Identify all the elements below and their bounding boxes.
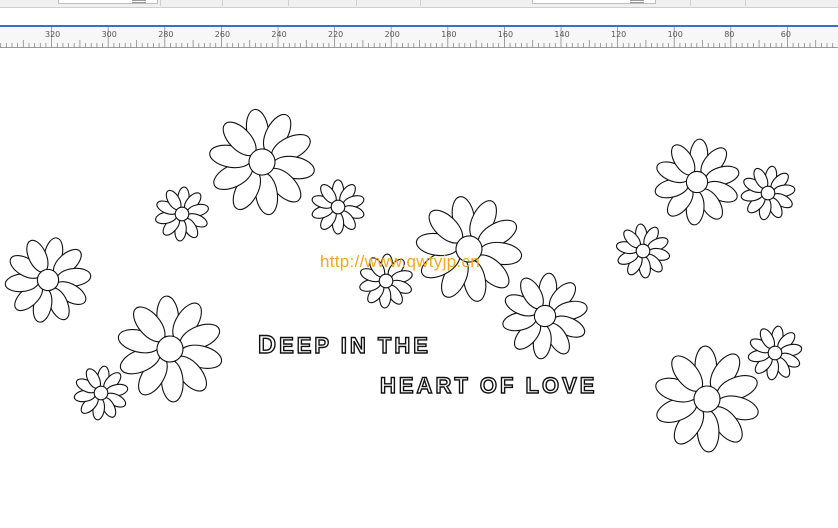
ruler-tick-label: 220 (328, 30, 343, 39)
flower-center (378, 273, 394, 289)
ruler-tick-label: 300 (102, 30, 117, 39)
daisy-flower[interactable] (311, 179, 366, 235)
toolbar-divider (690, 0, 691, 6)
watermark-url: http://www.qwtyjp.cn (320, 252, 481, 271)
ruler-tick-label: 160 (498, 30, 513, 39)
ruler-tick-label: 100 (668, 30, 683, 39)
daisy-flower[interactable] (0, 229, 100, 331)
daisy-flower[interactable] (613, 221, 673, 280)
toolbar-divider (160, 0, 161, 6)
toolbar-divider (356, 0, 357, 6)
ruler-tick-label: 280 (158, 30, 173, 39)
ruler-ticks: 320 300 280 260 240 220 200 180 160 140 120 100 80 60 (0, 27, 834, 48)
ruler-tick-label: 320 (45, 30, 60, 39)
daisy-flower[interactable] (201, 102, 322, 222)
toolbar-divider (222, 0, 223, 6)
flower-center (330, 199, 346, 215)
headline-line-1[interactable]: DEEP IN THE (257, 331, 431, 359)
ruler-tick-label: 260 (215, 30, 230, 39)
ruler-tick-label: 140 (554, 30, 569, 39)
ruler-tick-label: 200 (385, 30, 400, 39)
toolbar-strip (0, 0, 838, 8)
ruler-tick-label: 60 (781, 30, 791, 39)
ruler-tick-label: 240 (271, 30, 286, 39)
flower-center (174, 206, 190, 222)
ruler-tick-label: 120 (611, 30, 626, 39)
headline-line-1-rest: EEP IN THE (278, 333, 431, 358)
flower-center (693, 385, 721, 413)
spin-grip-icon[interactable] (630, 0, 644, 3)
daisy-flower[interactable] (736, 162, 799, 225)
spin-grip-icon[interactable] (132, 0, 146, 3)
daisy-flower[interactable] (651, 136, 744, 228)
daisy-flower[interactable] (744, 322, 806, 383)
daisy-flower[interactable] (651, 344, 762, 454)
daisy-flower[interactable] (407, 187, 531, 310)
ruler-tick-label: 180 (441, 30, 456, 39)
design-editor-window: 320 300 280 260 240 220 200 180 160 140 120 100 80 60… (0, 0, 838, 528)
design-canvas[interactable]: DEEP IN THE HEART OF LOVE http://www.qwt… (0, 48, 838, 528)
toolbar-divider (288, 0, 289, 6)
headline-initial: D (257, 331, 280, 359)
ruler-tick-label: 80 (724, 30, 734, 39)
toolbar-divider (420, 0, 421, 6)
horizontal-ruler[interactable]: 320 300 280 260 240 220 200 180 160 140 120 100 80 60 (0, 8, 838, 48)
headline-line-2[interactable]: HEART OF LOVE (379, 374, 597, 397)
toolbar-divider (745, 0, 746, 6)
daisy-flower[interactable] (113, 292, 228, 405)
flower-layer (0, 102, 806, 454)
daisy-flower[interactable] (497, 269, 593, 364)
daisy-flower[interactable] (152, 185, 211, 244)
